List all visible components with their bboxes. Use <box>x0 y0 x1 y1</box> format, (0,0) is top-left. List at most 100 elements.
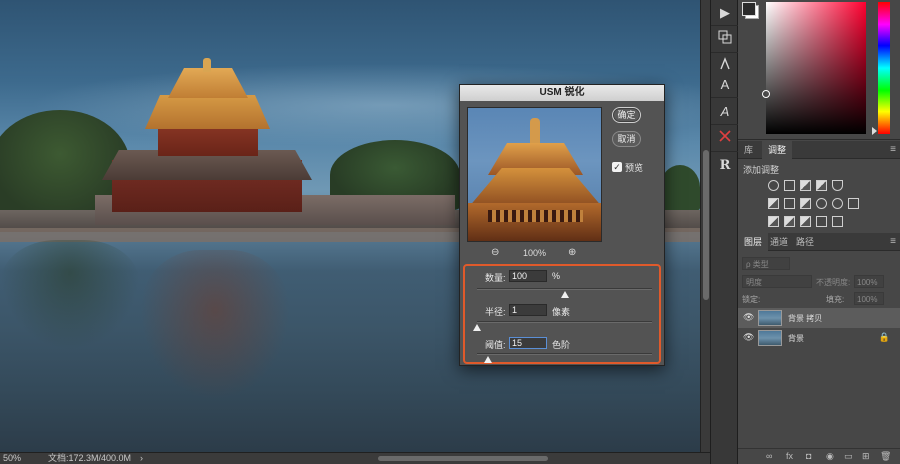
radius-unit: 像素 <box>552 307 571 317</box>
adjustment-row-2 <box>768 197 864 211</box>
selective-color-icon[interactable] <box>816 215 827 227</box>
layer-row[interactable]: 👁 背景 拷贝 <box>738 308 900 328</box>
hue-saturation-icon[interactable] <box>768 197 779 209</box>
status-menu-arrow[interactable]: › <box>140 453 143 464</box>
document-size: 文档:172.3M/400.0M <box>48 453 132 463</box>
ruler-cross-icon[interactable] <box>711 126 739 152</box>
color-panel <box>738 0 900 140</box>
threshold-input[interactable]: 15 <box>509 337 547 349</box>
layer-thumbnail <box>758 310 782 326</box>
layers-menu-icon[interactable]: ≡ <box>890 233 896 251</box>
tab-adjustments[interactable]: 调整 <box>762 141 793 159</box>
tab-paths[interactable]: 路径 <box>790 233 820 251</box>
panel-tool-strip: ▶ A A R <box>710 0 739 464</box>
amount-label: 数量: <box>485 273 506 283</box>
color-lookup-icon[interactable] <box>848 197 859 209</box>
hue-slider-marker[interactable] <box>872 127 877 135</box>
photo-filter-icon[interactable] <box>816 197 827 209</box>
scrollbar-thumb[interactable] <box>703 150 709 300</box>
vibrance-icon[interactable] <box>832 179 843 191</box>
play-icon[interactable]: ▶ <box>711 0 739 26</box>
horizontal-scrollbar-thumb[interactable] <box>378 456 548 461</box>
zoom-in-icon[interactable]: ⊕ <box>568 247 576 258</box>
amount-unit: % <box>552 271 561 281</box>
pavilion-reflection <box>140 250 290 400</box>
layer-name: 背景 <box>788 334 804 343</box>
preview-eaves <box>468 203 601 241</box>
layers-footer: ∞ fx ◘ ◉ ▭ ⊞ 🗑 <box>738 448 900 464</box>
unsharp-mask-dialog: USM 锐化 确定 取消 ✓ 预览 ⊖ 100% ⊕ 数量: 100 % 半径:… <box>459 84 665 366</box>
opacity-input[interactable]: 100% <box>854 275 884 288</box>
panel-menu-icon[interactable]: ≡ <box>890 141 896 159</box>
exposure-icon[interactable] <box>816 179 827 191</box>
fill-input[interactable]: 100% <box>854 292 884 305</box>
amount-slider[interactable] <box>477 288 652 290</box>
black-white-icon[interactable] <box>800 197 811 209</box>
layer-mask-icon[interactable]: ◘ <box>806 451 811 461</box>
lock-label: 锁定: <box>742 295 761 304</box>
paragraph-style-icon[interactable]: A <box>711 72 739 98</box>
brightness-icon[interactable] <box>768 179 779 191</box>
foreground-color-swatch[interactable] <box>742 2 756 16</box>
pavilion-roof-middle <box>145 95 270 129</box>
invert-icon[interactable] <box>768 215 779 227</box>
blend-mode-select[interactable]: 明度 <box>742 275 812 288</box>
color-field[interactable] <box>762 2 866 134</box>
layer-style-icon[interactable]: fx <box>786 451 793 461</box>
color-balance-icon[interactable] <box>784 197 795 209</box>
posterize-icon[interactable] <box>784 215 795 227</box>
radius-slider-thumb[interactable] <box>473 324 481 331</box>
canvas-vertical-scrollbar[interactable] <box>700 0 710 452</box>
preview-checkbox[interactable]: ✓ <box>612 162 622 172</box>
trees-far <box>660 165 700 210</box>
zoom-level[interactable]: 50% <box>3 453 21 464</box>
radius-label: 半径: <box>485 307 506 317</box>
layer-row[interactable]: 👁 背景 🔒 <box>738 328 900 348</box>
preview-zoom-row: ⊖ 100% ⊕ <box>467 247 602 261</box>
threshold-label: 阈值: <box>485 340 506 350</box>
layers-panel: ρ 类型 明度 不透明度: 100% 锁定: 填充: 100% 👁 背景 拷贝 … <box>738 252 900 464</box>
glyphs-icon[interactable]: A <box>711 99 739 125</box>
threshold-slider-thumb[interactable] <box>483 356 492 363</box>
add-adjustment-label: 添加调整 <box>743 165 780 175</box>
layer-thumbnail <box>758 330 782 346</box>
zoom-out-icon[interactable]: ⊖ <box>491 247 499 258</box>
amount-slider-thumb[interactable] <box>560 291 569 298</box>
threshold-slider[interactable] <box>477 353 652 355</box>
eye-icon[interactable]: 👁 <box>743 312 754 323</box>
new-layer-icon[interactable]: ⊞ <box>862 451 870 462</box>
hue-slider[interactable] <box>878 2 890 134</box>
layers-tabbar: 图层 通道 路径 ≡ <box>738 233 900 251</box>
new-group-icon[interactable]: ▭ <box>844 451 853 462</box>
opacity-label: 不透明度: <box>816 278 851 287</box>
threshold-icon[interactable] <box>800 215 811 227</box>
clone-source-icon[interactable] <box>711 27 739 53</box>
amount-input[interactable]: 100 <box>509 270 547 282</box>
sharpen-parameters: 数量: 100 % 半径: 1 像素 阈值: 15 色阶 <box>463 264 661 364</box>
lock-icon: 🔒 <box>878 332 890 342</box>
radius-slider[interactable] <box>477 321 652 323</box>
radius-input[interactable]: 1 <box>509 304 547 316</box>
dialog-title[interactable]: USM 锐化 <box>460 85 664 101</box>
threshold-unit: 色阶 <box>552 340 571 350</box>
curves-icon[interactable] <box>800 179 811 191</box>
layer-filter-select[interactable]: ρ 类型 <box>742 257 790 270</box>
trees-reflection <box>0 240 140 350</box>
adjustments-panel: 添加调整 <box>738 159 900 231</box>
eye-icon[interactable]: 👁 <box>743 332 754 343</box>
ok-button[interactable]: 确定 <box>612 107 641 123</box>
tab-library[interactable]: 库 <box>738 141 759 159</box>
timeline-icon[interactable]: R <box>711 153 739 179</box>
preview-label: 预览 <box>625 163 644 173</box>
adjustments-tabbar: 库 调整 ≡ <box>738 141 900 159</box>
channel-mixer-icon[interactable] <box>832 197 843 209</box>
levels-icon[interactable] <box>784 179 795 191</box>
status-bar: 50% 文档:172.3M/400.0M › <box>0 452 710 464</box>
link-layers-icon[interactable]: ∞ <box>766 451 772 461</box>
cancel-button[interactable]: 取消 <box>612 131 641 147</box>
delete-layer-icon[interactable]: 🗑 <box>880 451 891 462</box>
color-picker-ring[interactable] <box>762 90 770 98</box>
filter-preview[interactable] <box>467 107 602 242</box>
adjustment-layer-icon[interactable]: ◉ <box>826 451 834 462</box>
gradient-map-icon[interactable] <box>832 215 843 227</box>
